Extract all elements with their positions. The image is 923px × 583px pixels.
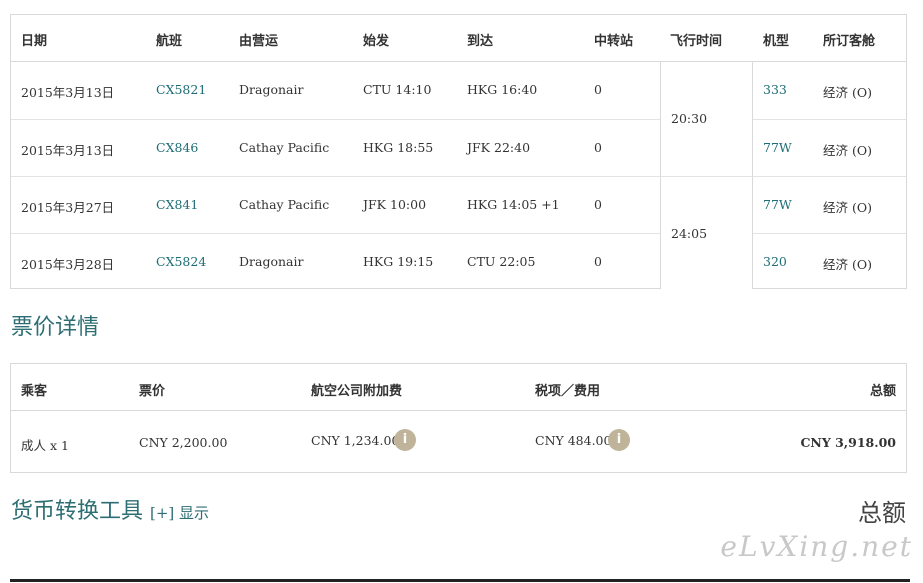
cabin-class: 经济 (O) [823,143,872,158]
currency-converter-title: 货币转换工具 [+] 显示 [11,493,209,525]
base-fare: CNY 2,200.00 [139,435,228,450]
flight-number-link[interactable]: CX5824 [156,254,206,269]
flight-depart: HKG 19:15 [363,254,434,269]
flight-depart: JFK 10:00 [363,197,427,212]
header-date: 日期 [21,34,48,49]
flight-date: 2015年3月28日 [21,257,115,272]
converter-title-text: 货币转换工具 [11,499,144,524]
surcharge-amount: CNY 1,234.00 [311,433,400,448]
flight-operator: Cathay Pacific [239,140,330,155]
flight-arrive: JFK 22:40 [467,140,531,155]
cabin-class: 经济 (O) [823,200,872,215]
bottom-divider [10,579,910,582]
flight-itinerary-table: 日期 航班 由营运 始发 到达 中转站 飞行时间 机型 所订客舱 2015年3月… [10,14,907,289]
flight-stops: 0 [594,140,602,155]
header-depart: 始发 [363,34,390,49]
taxes-amount: CNY 484.00 [535,433,612,448]
header-flight: 航班 [156,34,183,49]
aircraft-type-link[interactable]: 333 [763,82,787,97]
aircraft-type-link[interactable]: 77W [763,197,792,212]
flight-stops: 0 [594,82,602,97]
header-operator: 由营运 [239,34,279,49]
header-cabin: 所订客舱 [823,34,876,49]
header-fare: 票价 [139,384,166,399]
fare-table: 乘客 票价 航空公司附加费 税项／费用 总额 成人 x 1 CNY 2,200.… [10,363,907,473]
flight-row: 2015年3月13日 CX846 Cathay Pacific HKG 18:5… [11,119,906,176]
header-passenger: 乘客 [21,384,48,399]
flight-operator: Dragonair [239,82,304,97]
header-taxes: 税项／费用 [535,384,601,399]
duration-value: 20:30 [671,111,708,126]
flight-number-link[interactable]: CX841 [156,197,198,212]
total-heading: 总额 [858,499,906,527]
cabin-class: 经济 (O) [823,257,872,272]
flight-number-link[interactable]: CX846 [156,140,198,155]
surcharge-info-icon[interactable]: i [394,429,416,451]
journey-duration-outbound: 20:30 [660,62,753,176]
flight-arrive: CTU 22:05 [467,254,536,269]
header-surcharge: 航空公司附加费 [311,384,403,399]
cabin-class: 经济 (O) [823,85,872,100]
header-arrive: 到达 [467,34,494,49]
flight-operator: Cathay Pacific [239,197,330,212]
fare-table-header: 乘客 票价 航空公司附加费 税项／费用 总额 [11,364,906,411]
passenger-type: 成人 x 1 [21,438,69,453]
flight-table-header: 日期 航班 由营运 始发 到达 中转站 飞行时间 机型 所订客舱 [11,15,906,62]
aircraft-type-link[interactable]: 320 [763,254,787,269]
header-aircraft: 机型 [763,34,790,49]
flight-depart: HKG 18:55 [363,140,434,155]
flight-depart: CTU 14:10 [363,82,432,97]
watermark: eLvXing.net [720,530,913,563]
flight-date: 2015年3月13日 [21,85,115,100]
flight-arrive: HKG 14:05 +1 [467,197,560,212]
flight-row: 2015年3月28日 CX5824 Dragonair HKG 19:15 CT… [11,233,906,290]
flight-date: 2015年3月27日 [21,200,115,215]
taxes-info-icon[interactable]: i [608,429,630,451]
aircraft-type-link[interactable]: 77W [763,140,792,155]
journey-duration-return: 24:05 [660,176,753,289]
total-amount: CNY 3,918.00 [800,435,896,450]
flight-arrive: HKG 16:40 [467,82,538,97]
flight-number-link[interactable]: CX5821 [156,82,206,97]
header-duration: 飞行时间 [670,34,723,49]
converter-show-toggle[interactable]: [+] 显示 [150,504,209,522]
flight-operator: Dragonair [239,254,304,269]
flight-row: 2015年3月27日 CX841 Cathay Pacific JFK 10:0… [11,176,906,233]
flight-stops: 0 [594,197,602,212]
duration-value: 24:05 [671,226,708,241]
flight-date: 2015年3月13日 [21,143,115,158]
fare-details-title: 票价详情 [11,315,100,340]
header-stops: 中转站 [594,34,634,49]
flight-stops: 0 [594,254,602,269]
flight-row: 2015年3月13日 CX5821 Dragonair CTU 14:10 HK… [11,62,906,119]
header-total: 总额 [869,384,896,399]
